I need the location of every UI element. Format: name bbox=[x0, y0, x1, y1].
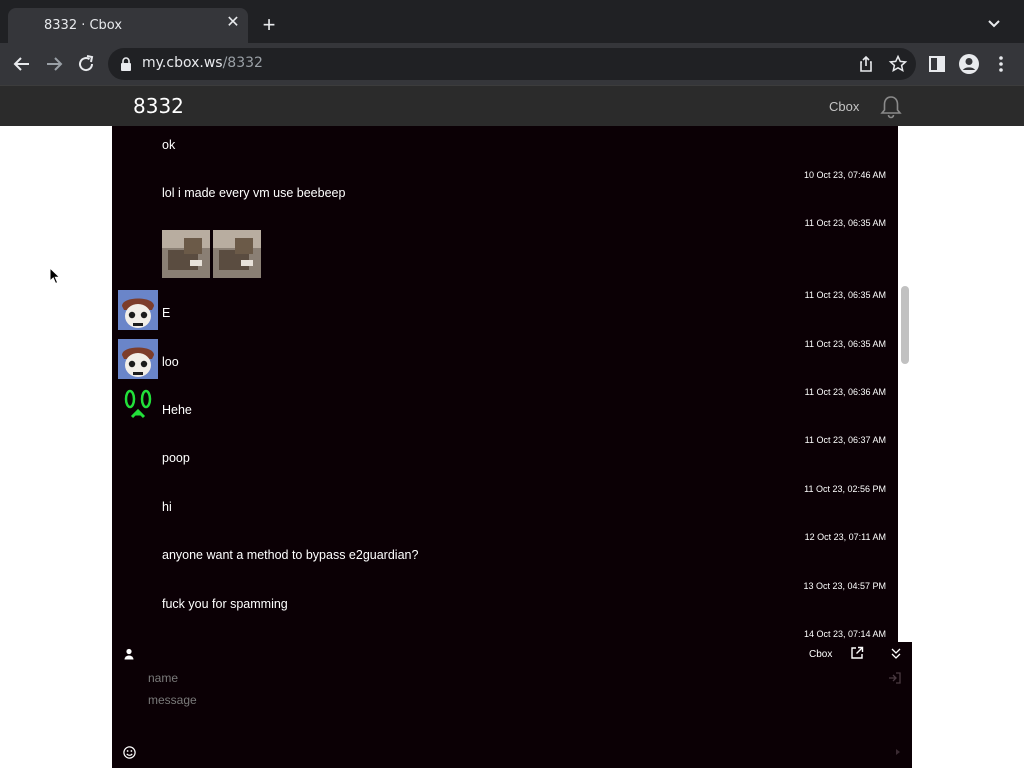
name-input[interactable] bbox=[148, 668, 884, 688]
chat-message: 11 Oct 23, 06:35 AM bbox=[112, 218, 898, 286]
message-text: lol i made every vm use beebeep bbox=[162, 186, 346, 200]
login-icon[interactable] bbox=[888, 672, 902, 684]
star-icon[interactable] bbox=[888, 54, 908, 74]
scrollbar-thumb[interactable] bbox=[901, 286, 909, 364]
message-text: hi bbox=[162, 500, 172, 514]
message-time: 11 Oct 23, 06:35 AM bbox=[804, 339, 886, 349]
back-arrow-icon[interactable] bbox=[10, 52, 34, 76]
message-input[interactable] bbox=[148, 690, 884, 710]
message-time: 13 Oct 23, 04:57 PM bbox=[803, 581, 886, 591]
address-bar[interactable]: my.cbox.ws/8332 bbox=[108, 48, 916, 80]
popout-icon[interactable] bbox=[850, 646, 864, 660]
message-text: anyone want a method to bypass e2guardia… bbox=[162, 548, 419, 562]
user-icon[interactable] bbox=[123, 648, 135, 660]
cbox-link[interactable]: Cbox bbox=[829, 99, 859, 114]
chevron-down-icon[interactable] bbox=[984, 14, 1004, 34]
image-thumbnail[interactable] bbox=[213, 230, 261, 278]
message-scrollbar[interactable] bbox=[898, 126, 912, 642]
skull-girl-avatar bbox=[118, 339, 158, 379]
forward-arrow-icon[interactable] bbox=[42, 52, 66, 76]
message-time: 11 Oct 23, 02:56 PM bbox=[804, 484, 886, 494]
message-time: 14 Oct 23, 07:14 AM bbox=[803, 629, 886, 639]
chat-message: 12 Oct 23, 07:11 AM anyone want a method… bbox=[112, 532, 898, 580]
chat-input-bar: Cbox bbox=[112, 642, 912, 768]
chat-message: 11 Oct 23, 06:37 AM poop bbox=[112, 435, 898, 483]
cbox-brand-link[interactable]: Cbox bbox=[809, 649, 832, 660]
bell-icon[interactable] bbox=[878, 94, 904, 120]
chat-message: 11 Oct 23, 06:36 AM Hehe bbox=[112, 387, 898, 435]
cbox-panel: ok 10 Oct 23, 07:46 AM lol i made every … bbox=[112, 126, 912, 768]
share-icon[interactable] bbox=[856, 54, 876, 74]
message-text: fuck you for spamming bbox=[162, 597, 288, 611]
reload-icon[interactable] bbox=[74, 52, 98, 76]
tab-title: 8332 · Cbox bbox=[44, 18, 123, 33]
message-time: 10 Oct 23, 07:46 AM bbox=[803, 170, 886, 180]
green-face-avatar bbox=[118, 387, 158, 427]
plus-icon[interactable]: + bbox=[258, 14, 280, 36]
message-list[interactable]: ok 10 Oct 23, 07:46 AM lol i made every … bbox=[112, 126, 898, 642]
browser-tab-bar: 8332 · Cbox ✕ + bbox=[0, 0, 1024, 43]
image-thumbnail[interactable] bbox=[162, 230, 210, 278]
profile-icon[interactable] bbox=[958, 53, 980, 75]
lock-icon bbox=[121, 57, 131, 71]
collapse-icon[interactable] bbox=[890, 646, 902, 660]
message-time: 11 Oct 23, 06:35 AM bbox=[804, 218, 886, 228]
send-icon[interactable] bbox=[894, 748, 902, 756]
skull-girl-avatar bbox=[118, 290, 158, 330]
emoji-icon[interactable] bbox=[123, 746, 136, 759]
chat-message: 11 Oct 23, 06:35 AM E bbox=[112, 290, 898, 338]
site-header: 8332 Cbox bbox=[0, 85, 1024, 126]
message-time: 12 Oct 23, 07:11 AM bbox=[804, 532, 886, 542]
close-icon[interactable]: ✕ bbox=[224, 14, 242, 32]
message-time: 11 Oct 23, 06:36 AM bbox=[804, 387, 886, 397]
side-panel-icon[interactable] bbox=[926, 53, 948, 75]
chat-message: 14 Oct 23, 07:14 AM bbox=[112, 629, 898, 642]
message-time: 11 Oct 23, 06:37 AM bbox=[804, 435, 886, 445]
kebab-menu-icon[interactable] bbox=[990, 53, 1012, 75]
browser-toolbar: my.cbox.ws/8332 bbox=[0, 43, 1024, 85]
message-text: loo bbox=[162, 355, 179, 369]
chat-message: ok bbox=[112, 126, 898, 170]
page-title: 8332 bbox=[133, 94, 184, 118]
mouse-cursor-icon bbox=[49, 267, 61, 285]
url-text: my.cbox.ws/8332 bbox=[142, 55, 263, 71]
chat-message: 11 Oct 23, 02:56 PM hi bbox=[112, 484, 898, 532]
message-text: ok bbox=[162, 138, 176, 152]
message-text: Hehe bbox=[162, 403, 192, 417]
chat-message: 11 Oct 23, 06:35 AM loo bbox=[112, 339, 898, 387]
chat-message: 10 Oct 23, 07:46 AM lol i made every vm … bbox=[112, 170, 898, 218]
message-time: 11 Oct 23, 06:35 AM bbox=[804, 290, 886, 300]
message-text: E bbox=[162, 306, 171, 320]
message-text: poop bbox=[162, 451, 190, 465]
chat-message: 13 Oct 23, 04:57 PM fuck you for spammin… bbox=[112, 581, 898, 629]
browser-tab[interactable]: 8332 · Cbox ✕ bbox=[8, 8, 248, 43]
